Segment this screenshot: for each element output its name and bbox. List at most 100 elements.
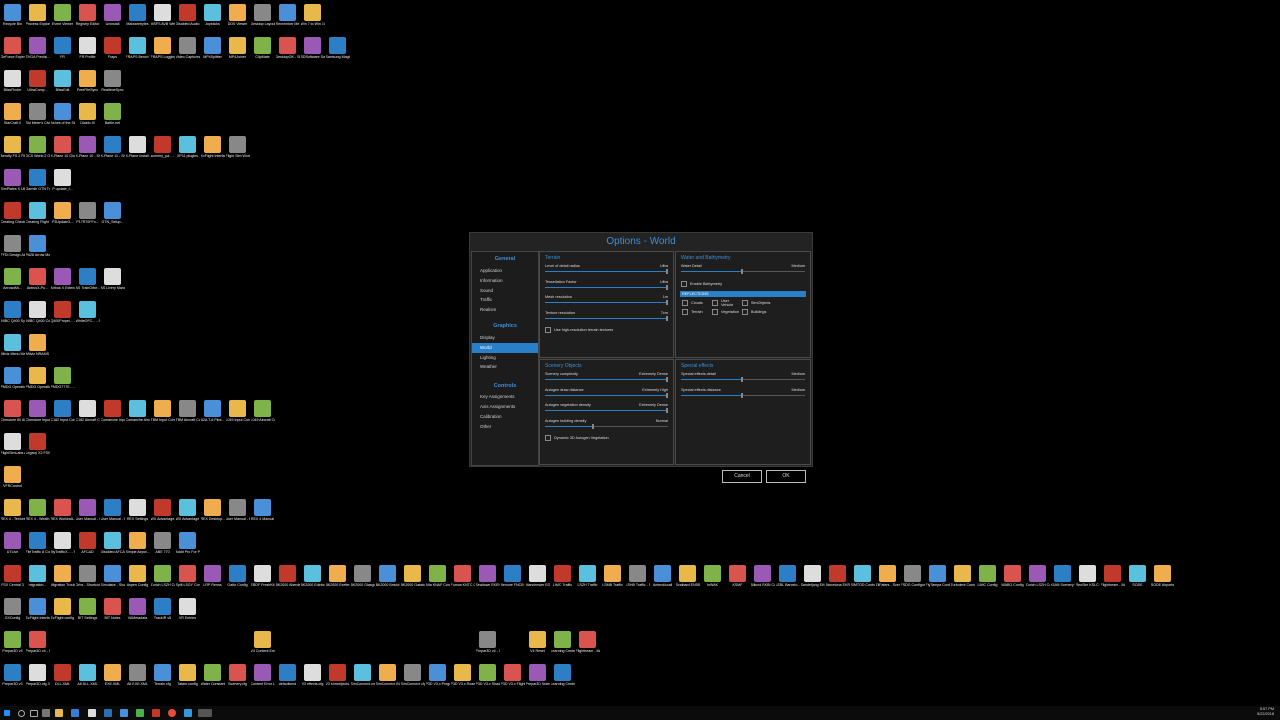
slider-handle[interactable]: [666, 269, 668, 274]
desktop-icon[interactable]: Milviz Menu Manager: [0, 334, 25, 356]
browser-icon[interactable]: [168, 709, 176, 717]
desktop-icon[interactable]: StarCraft II: [0, 103, 25, 125]
desktop-icon[interactable]: Prepar3D v4 - Shortcut: [25, 631, 50, 653]
desktop-icon[interactable]: EzFlight config files: [50, 598, 75, 620]
desktop-icon[interactable]: MP4Splitter: [200, 37, 225, 59]
reflection-buildings-checkbox[interactable]: Buildings: [742, 308, 776, 315]
desktop-icon[interactable]: PMDG Operatio...: [0, 367, 25, 389]
desktop-icon[interactable]: FlightSimLabs A2 FS320 Co...: [0, 433, 25, 455]
desktop-icon[interactable]: GXConfig: [0, 598, 25, 620]
nav-item-lighting[interactable]: Lighting: [472, 353, 538, 363]
slider-handle[interactable]: [741, 269, 743, 274]
desktop-icon[interactable]: EVGA Precisi...: [25, 37, 50, 59]
desktop-icon[interactable]: MSFS AVB WebUI Setup: [150, 4, 175, 26]
desktop-icon[interactable]: ReoSim KSLC Config: [1075, 565, 1100, 587]
app-icon[interactable]: [104, 709, 112, 717]
desktop-icon[interactable]: BIT Notes: [100, 598, 125, 620]
nav-item-calibration[interactable]: Calibration: [472, 412, 538, 422]
desktop-icon[interactable]: X-Plane 11 - Shortcut: [100, 136, 125, 158]
desktop-icon[interactable]: RealtimeSync: [100, 70, 125, 92]
search-icon[interactable]: [18, 710, 25, 717]
desktop-icon[interactable]: Learning Center: [550, 664, 575, 686]
desktop-icon[interactable]: SODE Airports: [1150, 565, 1175, 587]
desktop-icon[interactable]: Legacy X2 FSIS Config: [25, 433, 50, 455]
desktop-icon[interactable]: X-Plane 10 Global -...: [50, 136, 75, 158]
desktop-icon[interactable]: iNIBC Q400 Config: [25, 301, 50, 323]
desktop-icon[interactable]: SimConnect cfg for IR: [400, 664, 425, 686]
desktop-icon[interactable]: P3Update3...: [50, 202, 75, 224]
desktop-icon[interactable]: DDS Viewer: [225, 4, 250, 26]
bathymetry-checkbox[interactable]: Enable Bathymetry: [676, 279, 810, 289]
desktop-icon[interactable]: SimConnect INI Logging: [375, 664, 400, 686]
desktop-icon[interactable]: UTLive: [0, 532, 25, 554]
desktop-icon[interactable]: Sandefjong EKCB Config: [800, 565, 825, 587]
cancel-button[interactable]: Cancel: [722, 470, 762, 483]
explorer-icon[interactable]: [55, 709, 63, 717]
desktop-icon[interactable]: LSZH Traffic: [575, 565, 600, 587]
desktop-icon[interactable]: Manchester EGCC Config: [525, 565, 550, 587]
desktop-icon[interactable]: GeForce Experience: [0, 37, 25, 59]
desktop-icon[interactable]: Uninstall: [100, 4, 125, 26]
desktop-icon[interactable]: Video Captures: [175, 37, 200, 59]
desktop-icon[interactable]: XUMI Scenery Co...: [1050, 565, 1075, 587]
desktop-icon[interactable]: ZilFaters - Scenery Co...: [875, 565, 900, 587]
desktop-icon[interactable]: Comanche Input Conf...: [100, 400, 125, 422]
desktop-icon[interactable]: Event Viewer: [50, 4, 75, 26]
setting-slider[interactable]: [545, 315, 668, 321]
desktop-icon[interactable]: FR Profile: [75, 37, 100, 59]
nav-item-display[interactable]: Display: [472, 333, 538, 343]
slider-handle[interactable]: [666, 315, 668, 321]
desktop-icon[interactable]: Gatto Config: [225, 565, 250, 587]
desktop-icon[interactable]: User Manual - REX 4 Wa...: [100, 499, 125, 521]
checkbox-box[interactable]: [681, 280, 687, 287]
desktop-icon[interactable]: Sealtown EKEH Config: [475, 565, 500, 587]
slider-handle[interactable]: [666, 377, 668, 382]
desktop-icon[interactable]: EXE.XML: [100, 664, 125, 686]
desktop-icon[interactable]: P3D V3.x Roaming: [450, 664, 475, 686]
desktop-icon[interactable]: Prepar3D v4: [0, 631, 25, 653]
desktop-icon[interactable]: Aerofly FS 2 Flight Sim...: [0, 136, 25, 158]
nav-item-information[interactable]: Information: [472, 276, 538, 286]
desktop-icon[interactable]: UltraComp...: [25, 70, 50, 92]
slider-handle[interactable]: [741, 392, 743, 398]
desktop-icon[interactable]: Addit Pro For Prepar3D: [175, 532, 200, 554]
desktop-icon[interactable]: X-Plane Install...: [125, 136, 150, 158]
desktop-icon[interactable]: Registry Editor: [75, 4, 100, 26]
desktop-icon[interactable]: REX 4 Manual: [250, 499, 275, 521]
app-icon[interactable]: [152, 709, 160, 717]
checkbox-box[interactable]: [712, 299, 718, 306]
desktop-icon[interactable]: FreeFileSync: [75, 70, 100, 92]
desktop-icon[interactable]: V4 Reset: [525, 631, 550, 653]
desktop-icon[interactable]: P17R70FFo...: [75, 202, 100, 224]
desktop-icon[interactable]: Sid Meier's Civilization VI: [25, 103, 50, 125]
desktop-icon[interactable]: L049 Aircraft Configurator: [250, 400, 275, 422]
desktop-icon[interactable]: Aspen Config: [125, 565, 150, 587]
desktop-icon[interactable]: FR: [50, 37, 75, 59]
setting-slider[interactable]: [545, 284, 668, 290]
desktop-icon[interactable]: DCS World 2 OpenAlpha: [25, 136, 50, 158]
checkbox-box[interactable]: [682, 299, 688, 306]
nav-item-realism[interactable]: Realism: [472, 305, 538, 315]
desktop-icon[interactable]: BK2000 Edinburgh: [300, 565, 325, 587]
desktop-icon[interactable]: FileTraffic 8 Connect: [25, 532, 50, 554]
desktop-icon[interactable]: Simple Airpor...: [125, 532, 150, 554]
desktop-icon[interactable]: MyTrafficX... - Shortcut: [50, 532, 75, 554]
desktop-icon[interactable]: Recycle Bin: [0, 4, 25, 26]
desktop-icon[interactable]: PMDG777E... - Shortcut: [50, 367, 75, 389]
desktop-icon[interactable]: Remember Me: [275, 4, 300, 26]
desktop-icon[interactable]: A2A T-6 Pilot...: [200, 400, 225, 422]
desktop-icon[interactable]: Alt DLL.XML: [75, 664, 100, 686]
desktop-icon[interactable]: SimConnect.xml: [350, 664, 375, 686]
desktop-icon[interactable]: Prepar3D.cfg 3.4 - 18466: [25, 664, 50, 686]
desktop-icon[interactable]: V3 effects.cfg: [300, 664, 325, 686]
desktop-icon[interactable]: BK2000 Gatwick: [400, 565, 425, 587]
desktop-icon[interactable]: PA28 Arrow Model Sou...: [25, 235, 50, 257]
desktop-icon[interactable]: LSMB Traffic: [600, 565, 625, 587]
checkbox-box[interactable]: [545, 327, 551, 333]
desktop-icon[interactable]: Fraps: [100, 37, 125, 59]
desktop-icon[interactable]: Malwarebytes: [125, 4, 150, 26]
desktop-icon[interactable]: Milviz NRAMS: [25, 334, 50, 356]
desktop-icon[interactable]: migration...: [25, 565, 50, 587]
desktop-icon[interactable]: BK2000 Glasgow: [350, 565, 375, 587]
reflection-simobjects-checkbox[interactable]: SimObjects: [742, 299, 776, 307]
